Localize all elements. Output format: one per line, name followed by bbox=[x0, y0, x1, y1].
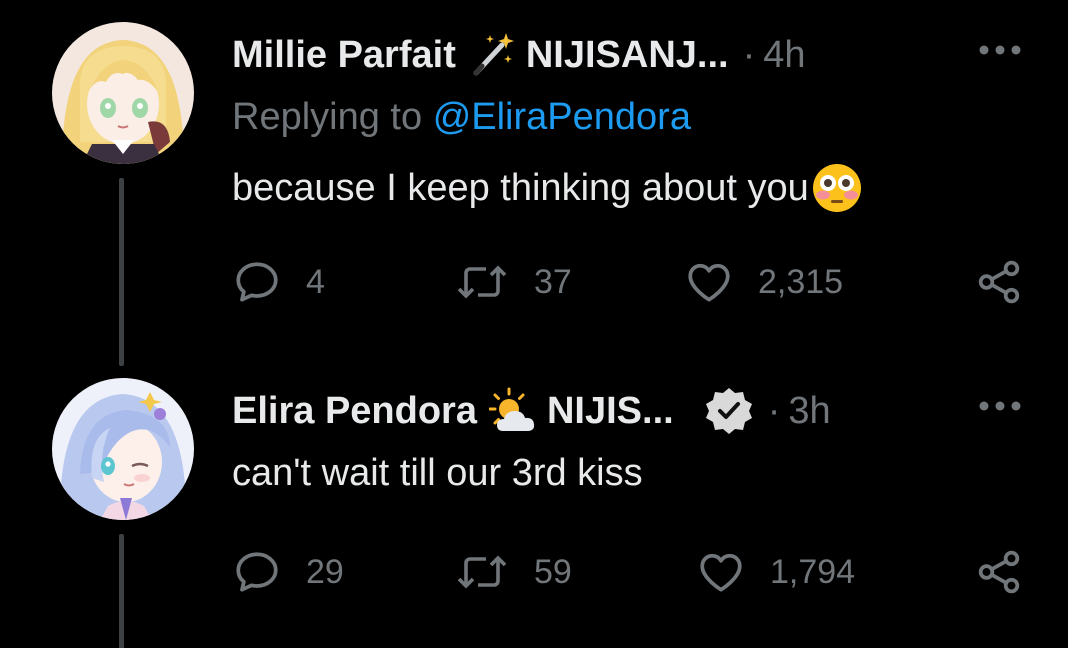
like-count: 1,794 bbox=[770, 552, 856, 591]
retweet-count: 37 bbox=[534, 262, 572, 301]
heart-icon bbox=[688, 263, 730, 302]
more-horizontal-icon bbox=[979, 45, 1021, 55]
more-horizontal-icon bbox=[979, 401, 1021, 411]
timestamp[interactable]: 4h bbox=[763, 34, 805, 77]
sun-behind-cloud-icon bbox=[488, 387, 537, 435]
avatar-millie[interactable] bbox=[52, 22, 194, 164]
reply-icon bbox=[236, 552, 278, 592]
affiliation-tag: NIJIS... bbox=[546, 389, 674, 432]
retweet-button[interactable]: 37 bbox=[454, 255, 572, 309]
tweet-text: because I keep thinking about you bbox=[232, 162, 863, 214]
retweet-button[interactable]: 59 bbox=[454, 545, 572, 599]
tweet-text-content: can't wait till our 3rd kiss bbox=[232, 452, 643, 494]
like-button[interactable]: 2,315 bbox=[684, 255, 843, 309]
replying-to-line: Replying to @EliraPendora bbox=[232, 96, 691, 139]
retweet-icon bbox=[457, 555, 507, 589]
timestamp[interactable]: 3h bbox=[788, 390, 830, 433]
like-button[interactable]: 1,794 bbox=[696, 545, 855, 599]
tweet-actions: 29 59 1,794 bbox=[232, 545, 1032, 599]
replying-prefix: Replying to bbox=[232, 96, 423, 138]
retweet-count: 59 bbox=[534, 552, 572, 591]
avatar-elira[interactable] bbox=[52, 378, 194, 520]
more-options-button[interactable] bbox=[978, 396, 1022, 416]
tweet-header: Elira Pendora NIJIS... · 3h bbox=[232, 386, 831, 436]
share-button[interactable] bbox=[974, 255, 1024, 309]
reply-icon bbox=[236, 262, 278, 302]
display-name[interactable]: Millie Parfait bbox=[232, 34, 456, 77]
flushed-face-icon bbox=[811, 162, 863, 214]
share-icon bbox=[978, 550, 1020, 594]
separator-dot: · bbox=[742, 33, 756, 76]
reply-count: 29 bbox=[306, 552, 344, 591]
tweet-text: can't wait till our 3rd kiss bbox=[232, 452, 643, 495]
reply-button[interactable]: 29 bbox=[232, 545, 344, 599]
tweet-millie[interactable]: Millie Parfait NIJISANJ... · 4h Replying… bbox=[0, 0, 1068, 370]
magic-wand-icon bbox=[468, 31, 516, 79]
tweet-actions: 4 37 2,315 bbox=[232, 255, 1032, 309]
tweet-elira[interactable]: Elira Pendora NIJIS... · 3h can't wait t… bbox=[0, 370, 1068, 648]
share-button[interactable] bbox=[974, 545, 1024, 599]
thread-connector-line bbox=[119, 534, 124, 648]
reply-count: 4 bbox=[306, 262, 325, 301]
thread-connector-line bbox=[119, 178, 124, 366]
reply-button[interactable]: 4 bbox=[232, 255, 325, 309]
display-name[interactable]: Elira Pendora bbox=[232, 390, 477, 433]
separator-dot: · bbox=[767, 389, 781, 432]
verified-badge-icon bbox=[704, 386, 754, 436]
reply-mention-link[interactable]: @EliraPendora bbox=[433, 96, 691, 138]
more-options-button[interactable] bbox=[978, 40, 1022, 60]
like-count: 2,315 bbox=[758, 262, 844, 301]
heart-icon bbox=[700, 553, 742, 592]
tweet-text-content: because I keep thinking about you bbox=[232, 166, 809, 209]
reply-thread: Millie Parfait NIJISANJ... · 4h Replying… bbox=[0, 0, 1068, 648]
affiliation-tag: NIJISANJ... bbox=[525, 33, 729, 76]
tweet-header: Millie Parfait NIJISANJ... · 4h bbox=[232, 30, 806, 80]
retweet-icon bbox=[457, 265, 507, 299]
share-icon bbox=[978, 260, 1020, 304]
